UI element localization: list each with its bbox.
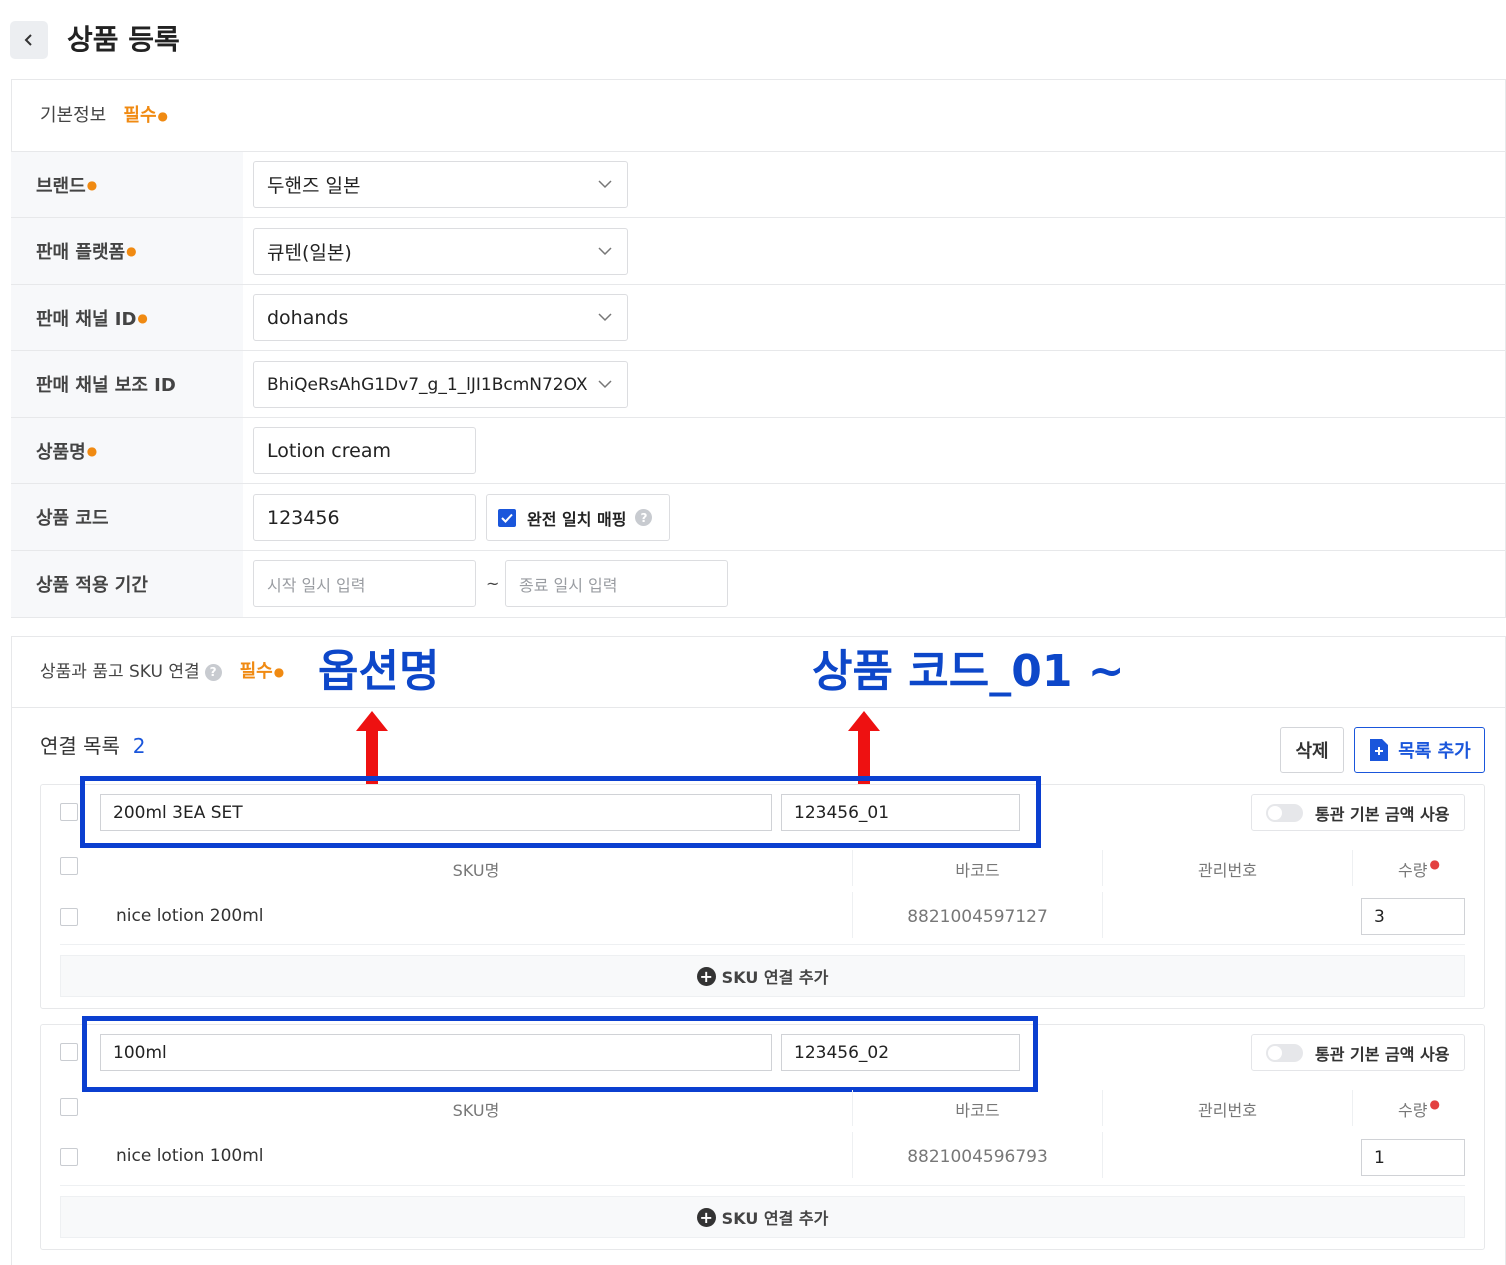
annotation-box	[82, 1016, 1038, 1092]
sku-name-cell: nice lotion 100ml	[116, 1146, 264, 1166]
add-list-button[interactable]: 목록 추가	[1354, 727, 1485, 773]
chevron-down-icon	[597, 376, 613, 392]
header-checkbox[interactable]	[60, 857, 78, 875]
end-date-input[interactable]: 종료 일시 입력	[505, 560, 728, 607]
col-qty: 수량 ●	[1352, 1090, 1485, 1126]
brand-select[interactable]: 두핸즈 일본	[253, 161, 628, 208]
period-row: 상품 적용 기간	[11, 550, 1506, 617]
sku-title: 상품과 품고 SKU 연결 ? 필수 ●	[40, 661, 285, 682]
exact-match-checkbox[interactable]: 완전 일치 매핑 ?	[486, 494, 670, 541]
annotation-option-name: 옵션명	[318, 646, 440, 697]
chevron-left-icon	[24, 34, 32, 46]
group-checkbox[interactable]	[60, 1043, 78, 1061]
col-mgmt-no: 관리번호	[1102, 1090, 1352, 1126]
platform-row: 판매 플랫폼 ●	[11, 217, 1506, 284]
annotation-product-code: 상품 코드_01 ~	[812, 646, 1125, 697]
toggle-switch[interactable]	[1266, 1043, 1303, 1062]
add-sku-button[interactable]: + SKU 연결 추가	[60, 1196, 1465, 1238]
plus-circle-icon: +	[696, 966, 716, 986]
add-sku-button[interactable]: + SKU 연결 추가	[60, 955, 1465, 997]
channel-id-row: 판매 채널 ID ●	[11, 284, 1506, 351]
row-checkbox[interactable]	[60, 1148, 78, 1166]
start-date-input[interactable]: 시작 일시 입력	[253, 560, 476, 607]
required-badge: 필수	[239, 661, 273, 682]
tilde-separator: ~	[486, 574, 500, 593]
delete-button[interactable]: 삭제	[1280, 727, 1344, 773]
page-title: 상품 등록	[67, 23, 180, 56]
quantity-input[interactable]: 1	[1361, 1139, 1465, 1176]
customs-toggle[interactable]: 통관 기본 금액 사용	[1251, 1034, 1465, 1071]
row-checkbox[interactable]	[60, 908, 78, 926]
sku-name-cell: nice lotion 200ml	[116, 906, 264, 926]
back-button[interactable]	[10, 21, 48, 59]
required-badge: 필수	[123, 105, 157, 126]
plus-circle-icon: +	[696, 1207, 716, 1227]
product-name-row: 상품명 ●	[11, 417, 1506, 484]
row-divider	[60, 1185, 1465, 1186]
product-code-input[interactable]: 123456	[253, 494, 476, 541]
col-mgmt-no: 관리번호	[1102, 850, 1352, 886]
customs-toggle[interactable]: 통관 기본 금액 사용	[1251, 794, 1465, 831]
col-sku-name: SKU명	[452, 1101, 500, 1120]
help-icon[interactable]: ?	[204, 663, 222, 681]
product-name-input[interactable]: Lotion cream	[253, 427, 476, 474]
mgmt-no-cell	[1102, 892, 1352, 938]
annotation-box	[80, 776, 1041, 848]
add-document-icon	[1370, 739, 1389, 761]
header-checkbox[interactable]	[60, 1098, 78, 1116]
chevron-down-icon	[598, 247, 612, 256]
help-icon[interactable]: ?	[635, 509, 653, 526]
channel-id-select[interactable]: dohands	[253, 294, 628, 341]
chevron-down-icon	[598, 180, 612, 189]
list-count: 2	[132, 734, 146, 758]
check-icon	[498, 508, 516, 527]
basic-info-title: 기본정보 필수●	[40, 105, 169, 126]
col-barcode: 바코드	[852, 1090, 1102, 1126]
toggle-switch[interactable]	[1266, 803, 1303, 822]
list-label: 연결 목록 2	[40, 734, 146, 758]
brand-row: 브랜드 ●	[11, 151, 1506, 218]
product-code-row: 상품 코드	[11, 483, 1506, 550]
sku-card-divider	[11, 707, 1506, 708]
barcode-cell: 8821004596793	[852, 1132, 1102, 1178]
col-qty: 수량 ●	[1352, 850, 1485, 886]
barcode-cell: 8821004597127	[852, 892, 1102, 938]
sub-id-row: 판매 채널 보조 ID	[11, 350, 1506, 417]
group-checkbox[interactable]	[60, 803, 78, 821]
mgmt-no-cell	[1102, 1132, 1352, 1178]
col-sku-name: SKU명	[452, 861, 500, 880]
chevron-down-icon	[598, 313, 612, 322]
sub-id-select[interactable]: BhiQeRsAhG1Dv7_g_1_lJI1BcmN72OX	[253, 361, 628, 408]
quantity-input[interactable]: 3	[1361, 898, 1465, 935]
col-barcode: 바코드	[852, 850, 1102, 886]
row-divider	[60, 944, 1465, 945]
platform-select[interactable]: 큐텐(일본)	[253, 228, 628, 275]
